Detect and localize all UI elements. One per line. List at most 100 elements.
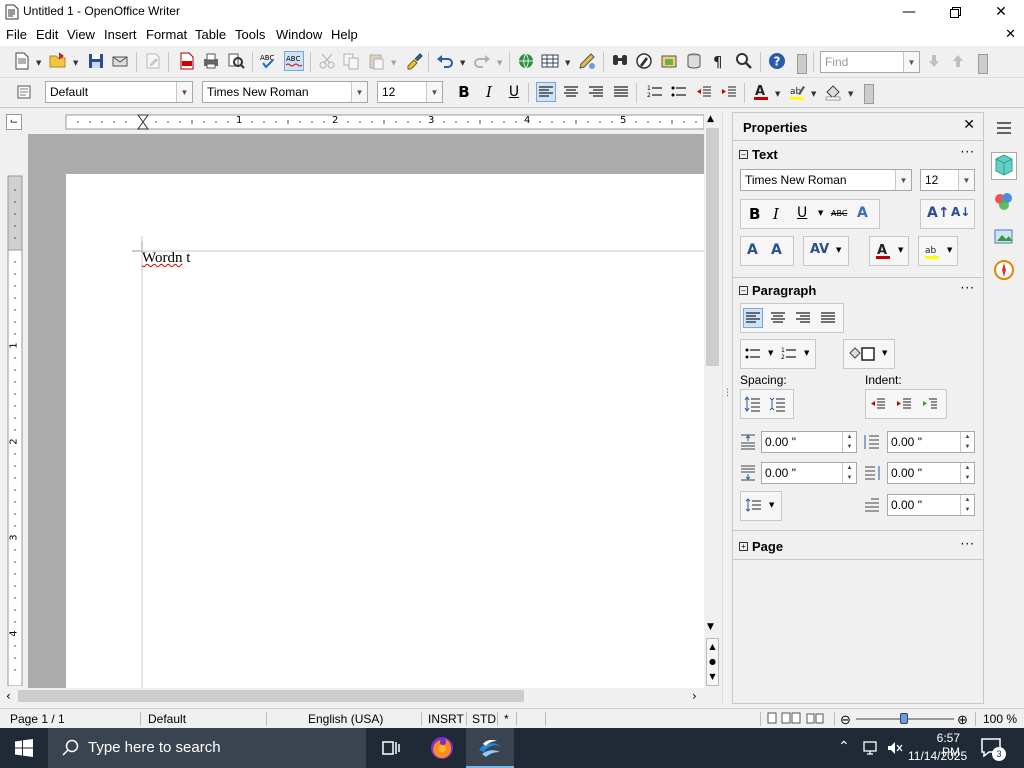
spin-buttons[interactable]: ▲ ▼: [960, 432, 974, 452]
autospellcheck-icon[interactable]: ABC: [284, 51, 304, 71]
redo-dropdown-icon[interactable]: ▼: [497, 59, 502, 67]
navigator-tab[interactable]: [992, 258, 1016, 282]
misspelled-word[interactable]: Wordn: [142, 250, 182, 266]
chevron-down-icon[interactable]: ▼: [351, 82, 367, 102]
align-left-icon[interactable]: [536, 82, 556, 102]
export-pdf-icon[interactable]: [177, 51, 197, 71]
openoffice-taskbar-button[interactable]: [466, 728, 514, 768]
underline-icon[interactable]: U: [797, 205, 807, 221]
paste-dropdown-icon[interactable]: ▼: [391, 59, 396, 67]
underline-icon[interactable]: U: [504, 82, 524, 102]
redo-icon[interactable]: [472, 51, 492, 71]
hanging-indent-icon[interactable]: [920, 394, 940, 414]
menu-help[interactable]: Help: [331, 27, 358, 42]
multi-page-view-icon[interactable]: [781, 712, 801, 724]
chevron-down-icon[interactable]: ▼: [882, 349, 887, 357]
chevron-down-icon[interactable]: ▼: [895, 170, 911, 190]
bold-icon[interactable]: B: [454, 82, 474, 102]
character-spacing-button[interactable]: AV ▼: [803, 236, 849, 266]
document-modified[interactable]: *: [504, 712, 509, 726]
hyperlink-icon[interactable]: [516, 51, 536, 71]
document-canvas[interactable]: Wordn t: [28, 134, 704, 688]
zoom-out-icon[interactable]: ⊖: [840, 712, 851, 728]
minimize-button[interactable]: —: [886, 0, 932, 24]
justify-icon[interactable]: [818, 308, 838, 328]
gallery-icon[interactable]: [659, 51, 679, 71]
bold-icon[interactable]: B: [749, 205, 760, 223]
superscript-icon[interactable]: A: [747, 242, 758, 258]
document-text-rest[interactable]: t: [182, 250, 190, 266]
paragraph-style-select[interactable]: Default ▼: [45, 81, 193, 103]
chevron-down-icon[interactable]: ▼: [768, 349, 773, 357]
spin-buttons[interactable]: ▲ ▼: [842, 463, 856, 483]
styles-formatting-icon[interactable]: [14, 82, 34, 102]
table-icon[interactable]: [540, 51, 560, 71]
chevron-down-icon[interactable]: ▼: [804, 349, 809, 357]
align-center-icon[interactable]: [561, 82, 581, 102]
start-button[interactable]: [0, 728, 48, 768]
gallery-tab[interactable]: [992, 224, 1016, 248]
page-section-header[interactable]: + Page: [739, 539, 783, 554]
document-text[interactable]: Wordn t: [142, 250, 190, 267]
highlighting-icon[interactable]: ab: [787, 82, 807, 102]
sidebar-menu-icon[interactable]: [994, 118, 1014, 138]
single-page-view-icon[interactable]: [766, 712, 778, 724]
maximize-button[interactable]: [932, 0, 978, 24]
help-icon[interactable]: ?: [767, 51, 787, 71]
print-preview-icon[interactable]: [226, 51, 246, 71]
first-line-indent-field[interactable]: 0.00 " ▲ ▼: [887, 494, 975, 516]
close-document-button[interactable]: ✕: [1005, 27, 1016, 42]
scroll-right-icon[interactable]: ›: [692, 689, 697, 703]
after-indent-field[interactable]: 0.00 " ▲ ▼: [887, 462, 975, 484]
network-icon[interactable]: [862, 739, 880, 757]
open-folder-icon[interactable]: [48, 51, 68, 71]
properties-tab[interactable]: [991, 152, 1017, 180]
new-dropdown-icon[interactable]: ▼: [36, 59, 41, 67]
paste-icon[interactable]: [366, 51, 386, 71]
insert-mode[interactable]: INSRT: [428, 712, 464, 726]
expand-icon[interactable]: +: [739, 542, 748, 551]
zoom-slider-thumb[interactable]: [900, 713, 909, 724]
bullets-icon[interactable]: [669, 82, 689, 102]
increase-indent-icon[interactable]: [719, 82, 739, 102]
align-center-icon[interactable]: [768, 308, 788, 328]
chevron-down-icon[interactable]: ▼: [947, 246, 952, 254]
chevron-down-icon[interactable]: ▼: [898, 246, 903, 254]
find-toolbar-overflow-handle[interactable]: [978, 54, 988, 74]
menu-insert[interactable]: Insert: [104, 27, 137, 42]
menu-window[interactable]: Window: [276, 27, 322, 42]
find-input[interactable]: Find ▼: [820, 51, 920, 73]
chevron-down-icon[interactable]: ▼: [958, 170, 974, 190]
page-more-options-icon[interactable]: ···: [961, 537, 975, 551]
find-replace-icon[interactable]: [610, 51, 630, 71]
align-right-icon[interactable]: [586, 82, 606, 102]
chevron-down-icon[interactable]: ▼: [426, 82, 442, 102]
find-previous-icon[interactable]: [948, 51, 968, 71]
sidebar-font-name-select[interactable]: Times New Roman ▼: [740, 169, 912, 191]
undo-dropdown-icon[interactable]: ▼: [460, 59, 465, 67]
horizontal-scroll-thumb[interactable]: [18, 690, 524, 702]
decrease-indent-icon[interactable]: [694, 82, 714, 102]
volume-muted-icon[interactable]: [886, 739, 904, 757]
document-page[interactable]: Wordn t: [66, 174, 704, 688]
bullets-icon[interactable]: [743, 344, 763, 364]
subscript-icon[interactable]: A: [771, 242, 782, 258]
task-view-button[interactable]: [368, 728, 416, 768]
undo-icon[interactable]: [435, 51, 455, 71]
sidebar-highlight-button[interactable]: ab ▼: [918, 236, 958, 266]
print-icon[interactable]: [201, 51, 221, 71]
spin-buttons[interactable]: ▲ ▼: [842, 432, 856, 452]
numbering-icon[interactable]: 12: [779, 344, 799, 364]
draw-functions-icon[interactable]: [577, 51, 597, 71]
chevron-down-icon[interactable]: ▼: [903, 52, 919, 72]
increase-spacing-icon[interactable]: [743, 394, 763, 414]
chevron-down-icon[interactable]: ▼: [836, 246, 841, 254]
above-spacing-field[interactable]: 0.00 " ▲ ▼: [761, 431, 857, 453]
formatting-marks-icon[interactable]: ¶: [709, 51, 729, 71]
page-style[interactable]: Default: [148, 712, 186, 726]
align-right-icon[interactable]: [793, 308, 813, 328]
align-left-icon[interactable]: [743, 308, 763, 328]
numbering-icon[interactable]: 12: [645, 82, 665, 102]
chevron-down-icon[interactable]: ▼: [769, 501, 774, 509]
scroll-up-icon[interactable]: ▲: [707, 114, 714, 124]
